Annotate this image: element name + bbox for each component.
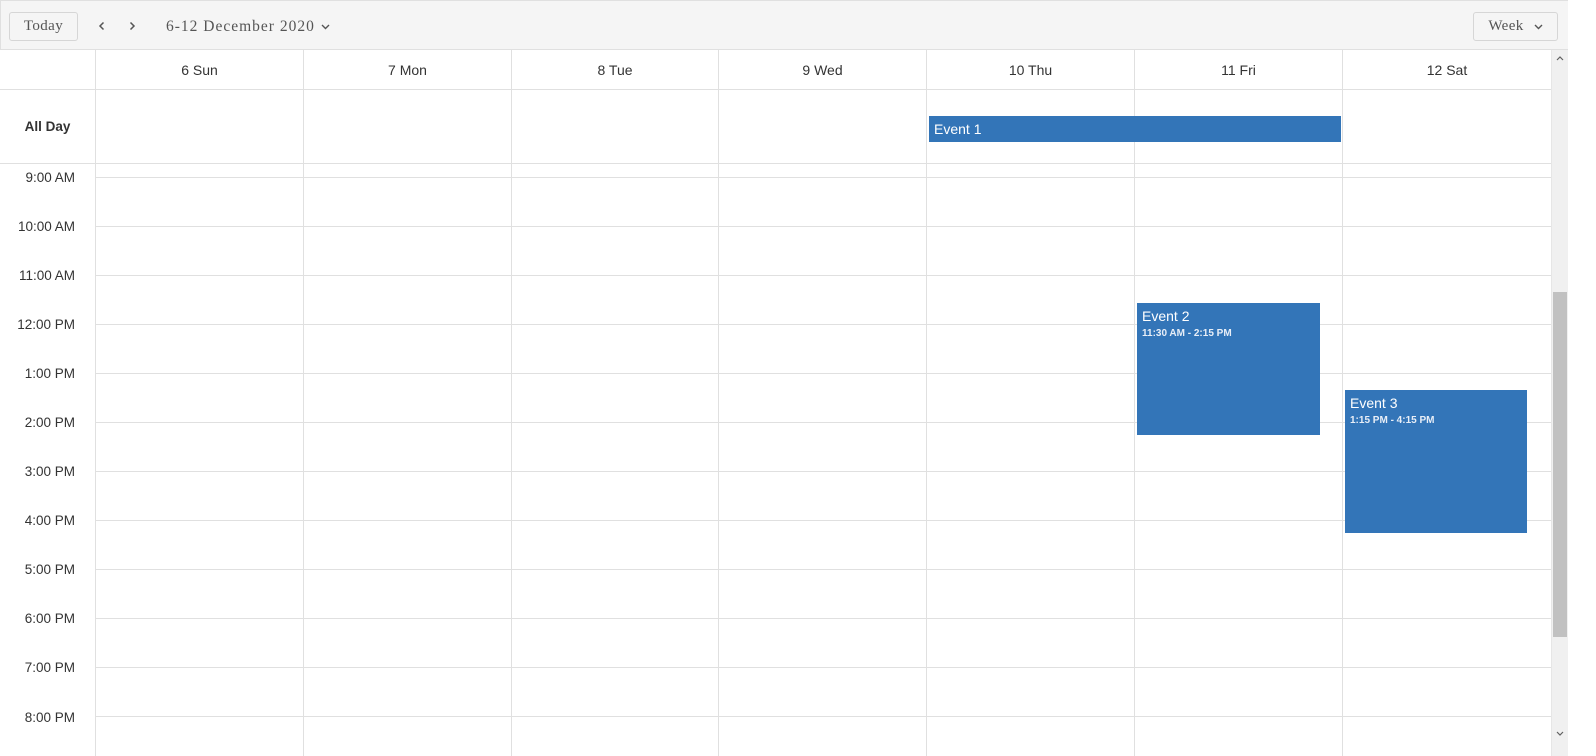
event-time: 1:15 PM - 4:15 PM bbox=[1350, 415, 1435, 426]
chevron-down-icon bbox=[321, 24, 330, 30]
day-header-thu[interactable]: 10 Thu bbox=[927, 50, 1134, 90]
view-label: Week bbox=[1488, 18, 1524, 34]
column-divider bbox=[303, 50, 304, 756]
calendar-toolbar: Today 6-12 December 2020 Week bbox=[0, 0, 1596, 50]
day-header-wed[interactable]: 9 Wed bbox=[719, 50, 926, 90]
hour-line bbox=[96, 373, 1551, 374]
day-header-mon[interactable]: 7 Mon bbox=[304, 50, 511, 90]
event-3[interactable]: Event 3 1:15 PM - 4:15 PM bbox=[1345, 390, 1527, 533]
page-margin bbox=[1568, 0, 1596, 756]
column-divider bbox=[95, 50, 96, 756]
scrollbar-thumb[interactable] bbox=[1553, 292, 1567, 637]
chevron-right-icon bbox=[129, 21, 136, 31]
day-header-sat[interactable]: 12 Sat bbox=[1343, 50, 1551, 90]
hour-line bbox=[96, 569, 1551, 570]
hour-line bbox=[96, 177, 1551, 178]
caret-down-icon bbox=[1556, 731, 1564, 736]
time-label: 1:00 PM bbox=[24, 366, 75, 381]
time-label: 5:00 PM bbox=[24, 562, 75, 577]
time-label: 12:00 PM bbox=[17, 317, 75, 332]
caret-up-icon bbox=[1556, 56, 1564, 61]
chevron-down-icon bbox=[1534, 24, 1543, 29]
date-range-picker[interactable]: 6-12 December 2020 bbox=[166, 16, 330, 38]
vertical-scrollbar[interactable] bbox=[1551, 50, 1568, 756]
date-range-label: 6-12 December 2020 bbox=[166, 18, 315, 35]
column-divider bbox=[1134, 50, 1135, 756]
column-divider bbox=[926, 50, 927, 756]
event-time: 11:30 AM - 2:15 PM bbox=[1142, 328, 1232, 339]
scroll-up-button[interactable] bbox=[1552, 50, 1568, 66]
time-label: 10:00 AM bbox=[17, 219, 75, 234]
column-divider bbox=[718, 50, 719, 756]
time-label: 9:00 AM bbox=[25, 170, 75, 185]
next-week-button[interactable] bbox=[123, 15, 141, 37]
time-label: 8:00 PM bbox=[24, 710, 75, 725]
hour-line bbox=[96, 716, 1551, 717]
scroll-down-button[interactable] bbox=[1552, 726, 1568, 742]
hour-line bbox=[96, 667, 1551, 668]
hour-line bbox=[96, 275, 1551, 276]
column-divider bbox=[511, 50, 512, 756]
hour-line bbox=[96, 520, 1551, 521]
day-header-row: 6 Sun 7 Mon 8 Tue 9 Wed 10 Thu 11 Fri 12… bbox=[0, 50, 1551, 90]
event-title: Event 2 bbox=[1142, 308, 1190, 324]
column-divider bbox=[1342, 50, 1343, 756]
event-1-allday[interactable]: Event 1 bbox=[929, 116, 1341, 142]
today-button[interactable]: Today bbox=[9, 12, 78, 41]
day-header-tue[interactable]: 8 Tue bbox=[512, 50, 718, 90]
day-header-sun[interactable]: 6 Sun bbox=[96, 50, 303, 90]
prev-week-button[interactable] bbox=[93, 15, 111, 37]
event-title: Event 1 bbox=[934, 121, 982, 137]
hour-line bbox=[96, 226, 1551, 227]
hour-line bbox=[96, 422, 1551, 423]
time-label: 2:00 PM bbox=[24, 415, 75, 430]
all-day-label: All Day bbox=[24, 119, 71, 134]
time-label: 11:00 AM bbox=[18, 268, 75, 283]
time-label: 4:00 PM bbox=[24, 513, 75, 528]
chevron-left-icon bbox=[98, 21, 105, 31]
day-header-fri[interactable]: 11 Fri bbox=[1135, 50, 1342, 90]
view-selector-button[interactable]: Week bbox=[1473, 12, 1558, 41]
event-title: Event 3 bbox=[1350, 395, 1398, 411]
hour-line bbox=[96, 471, 1551, 472]
time-label: 6:00 PM bbox=[24, 611, 75, 626]
hour-line bbox=[96, 324, 1551, 325]
time-label: 7:00 PM bbox=[24, 660, 75, 675]
event-2[interactable]: Event 2 11:30 AM - 2:15 PM bbox=[1137, 303, 1320, 435]
hour-line bbox=[96, 618, 1551, 619]
time-label: 3:00 PM bbox=[24, 464, 75, 479]
